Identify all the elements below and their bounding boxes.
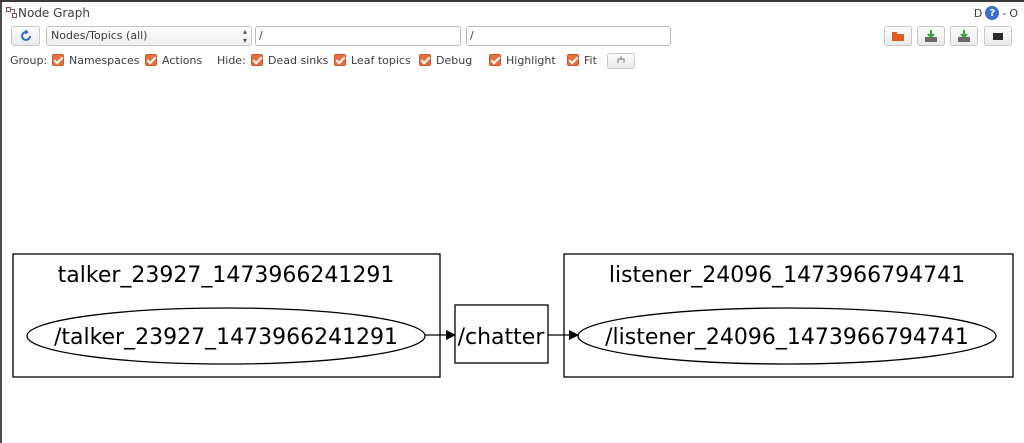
listener-node-label: /listener_24096_1473966794741 [605, 325, 969, 350]
chatter-topic-label: /chatter [458, 325, 546, 350]
listener-group-label: listener_24096_1473966794741 [609, 263, 965, 288]
talker-group-label: talker_23927_1473966241291 [58, 263, 395, 288]
graph-canvas[interactable]: talker_23927_1473966241291 /talker_23927… [0, 0, 1024, 443]
talker-node-label: /talker_23927_1473966241291 [54, 325, 398, 350]
